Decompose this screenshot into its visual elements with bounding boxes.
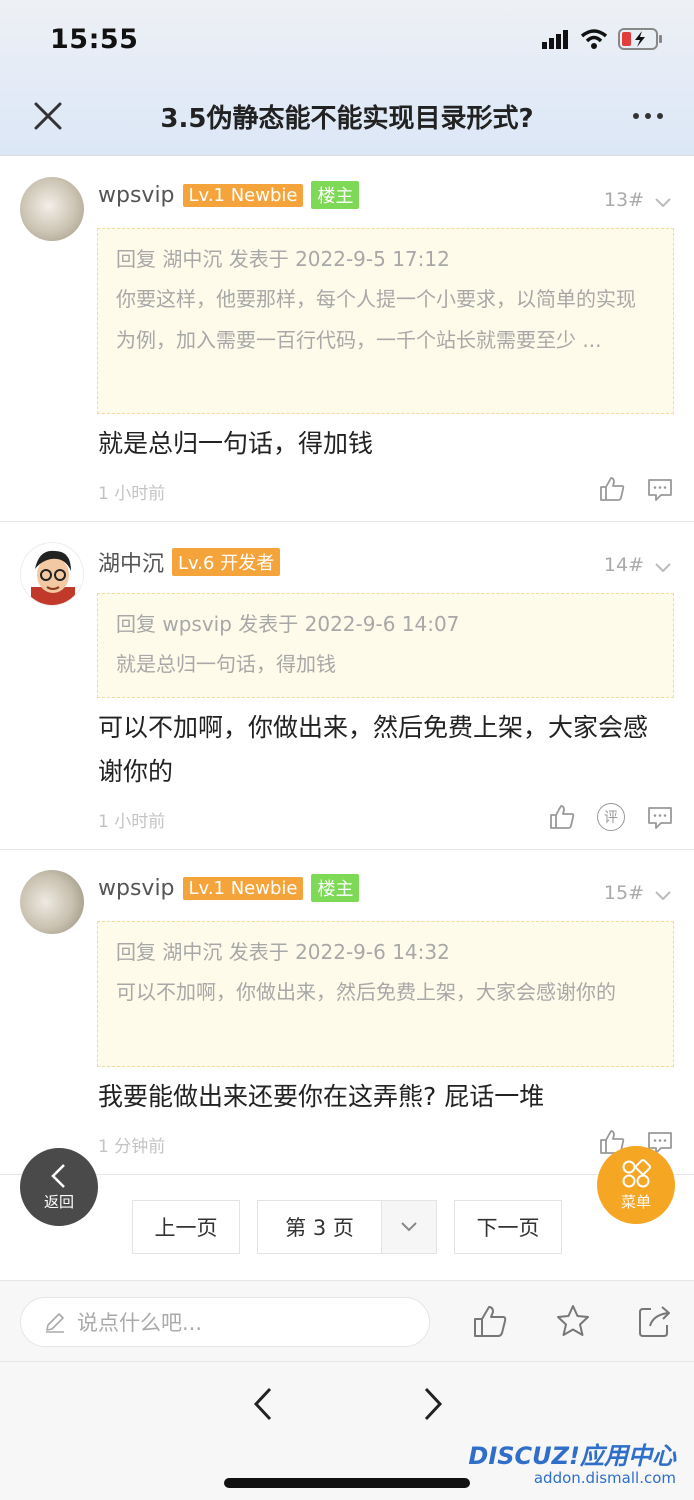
pencil-icon bbox=[46, 1313, 64, 1333]
level-badge: Lv.1 Newbie bbox=[182, 183, 304, 207]
post-content: 我要能做出来还要你在这弄熊? 屁话一堆 bbox=[98, 1082, 545, 1111]
quote-block: 回复 湖中沉 发表于 2022-9-5 17:12 你要这样，他要那样，每个人提… bbox=[97, 228, 674, 414]
chevron-down-icon bbox=[401, 1222, 417, 1232]
page-select[interactable]: 第 3 页 bbox=[257, 1200, 437, 1254]
close-icon[interactable] bbox=[30, 98, 66, 134]
quote-text: 你要这样，他要那样，每个人提一个小要求，以简单的实现为例，加入需要一百行代码，一… bbox=[116, 287, 636, 352]
post-time: 1 小时前 bbox=[98, 484, 166, 504]
post-content: 可以不加啊，你做出来，然后免费上架，大家会感谢你的 bbox=[98, 713, 649, 786]
top-bar: 15:55 3.5伪静态能不能实现目录形式? bbox=[0, 0, 694, 156]
author-name[interactable]: wpsvip bbox=[98, 876, 175, 901]
author-name[interactable]: wpsvip bbox=[98, 183, 175, 208]
back-fab-label: 返回 bbox=[43, 1192, 74, 1211]
author-line: 湖中沉 Lv.6 开发者 bbox=[98, 546, 281, 578]
like-icon[interactable] bbox=[472, 1303, 508, 1339]
level-badge: Lv.1 Newbie bbox=[182, 876, 304, 900]
current-page-label: 第 3 页 bbox=[258, 1201, 382, 1253]
grid-icon bbox=[622, 1158, 651, 1187]
author-line: wpsvip Lv.1 Newbie 楼主 bbox=[98, 181, 360, 209]
star-icon[interactable] bbox=[555, 1303, 591, 1339]
home-indicator[interactable] bbox=[224, 1478, 470, 1488]
watermark-brand: DISCUZ!应用中心 bbox=[468, 1442, 676, 1470]
quote-block: 回复 wpsvip 发表于 2022-9-6 14:07 就是总归一句话，得加钱 bbox=[97, 593, 674, 698]
quote-text: 就是总归一句话，得加钱 bbox=[116, 652, 336, 676]
page-select-arrow[interactable] bbox=[382, 1201, 436, 1253]
menu-fab-label: 菜单 bbox=[620, 1192, 651, 1211]
reply-bar: 说点什么吧... bbox=[0, 1280, 694, 1362]
signal-icon bbox=[542, 30, 568, 49]
watermark-url: addon.dismall.com bbox=[533, 1469, 676, 1487]
watermark: DISCUZ!应用中心 addon.dismall.com bbox=[468, 1436, 676, 1487]
avatar-image bbox=[31, 550, 75, 605]
post-time: 1 小时前 bbox=[98, 812, 166, 832]
status-time: 15:55 bbox=[50, 24, 139, 55]
comment-icon[interactable] bbox=[646, 803, 674, 831]
rate-icon[interactable]: 评 bbox=[597, 803, 625, 831]
page-title: 3.5伪静态能不能实现目录形式? bbox=[160, 104, 534, 134]
menu-fab[interactable]: 菜单 bbox=[597, 1146, 675, 1224]
chevron-left-icon bbox=[51, 1163, 65, 1188]
browser-forward-icon[interactable] bbox=[418, 1384, 448, 1424]
avatar[interactable] bbox=[20, 870, 84, 934]
owner-badge: 楼主 bbox=[311, 874, 360, 902]
browser-back-icon[interactable] bbox=[248, 1384, 278, 1424]
post-item: wpsvip Lv.1 Newbie 楼主 15# 回复 湖中沉 发表于 202… bbox=[0, 850, 694, 1175]
post-item: 湖中沉 Lv.6 开发者 14# 回复 wpsvip 发表于 2022-9-6 … bbox=[0, 522, 694, 850]
next-page-button[interactable]: 下一页 bbox=[454, 1200, 562, 1254]
more-icon[interactable] bbox=[630, 104, 666, 128]
post-item: wpsvip Lv.1 Newbie 楼主 13# 回复 湖中沉 发表于 202… bbox=[0, 157, 694, 522]
avatar[interactable] bbox=[20, 177, 84, 241]
quote-header: 回复 wpsvip 发表于 2022-9-6 14:07 bbox=[116, 612, 460, 636]
pagination: 上一页 第 3 页 下一页 bbox=[0, 1200, 694, 1254]
post-time: 1 分钟前 bbox=[98, 1137, 166, 1157]
back-fab[interactable]: 返回 bbox=[20, 1148, 98, 1226]
avatar[interactable] bbox=[20, 542, 84, 606]
chevron-down-icon[interactable] bbox=[654, 562, 672, 574]
wifi-icon bbox=[580, 29, 608, 49]
level-badge: Lv.6 开发者 bbox=[172, 548, 281, 576]
quote-header: 回复 湖中沉 发表于 2022-9-6 14:32 bbox=[116, 940, 450, 964]
like-icon[interactable] bbox=[598, 475, 626, 503]
comment-icon[interactable] bbox=[646, 475, 674, 503]
author-line: wpsvip Lv.1 Newbie 楼主 bbox=[98, 874, 360, 902]
status-icons bbox=[542, 28, 664, 50]
chevron-down-icon[interactable] bbox=[654, 197, 672, 209]
battery-icon bbox=[618, 28, 662, 50]
post-content: 就是总归一句话，得加钱 bbox=[98, 429, 374, 458]
share-icon[interactable] bbox=[637, 1303, 673, 1339]
owner-badge: 楼主 bbox=[311, 181, 360, 209]
like-icon[interactable] bbox=[548, 803, 576, 831]
reply-placeholder: 说点什么吧... bbox=[77, 1311, 203, 1335]
quote-text: 可以不加啊，你做出来，然后免费上架，大家会感谢你的 bbox=[116, 980, 616, 1004]
prev-page-button[interactable]: 上一页 bbox=[132, 1200, 240, 1254]
chevron-down-icon[interactable] bbox=[654, 890, 672, 902]
quote-header: 回复 湖中沉 发表于 2022-9-5 17:12 bbox=[116, 247, 450, 271]
floor-number: 15# bbox=[603, 882, 644, 904]
author-name[interactable]: 湖中沉 bbox=[98, 546, 164, 578]
reply-input[interactable]: 说点什么吧... bbox=[20, 1297, 430, 1347]
quote-block: 回复 湖中沉 发表于 2022-9-6 14:32 可以不加啊，你做出来，然后免… bbox=[97, 921, 674, 1067]
floor-number: 14# bbox=[603, 554, 644, 576]
floor-number: 13# bbox=[603, 189, 644, 211]
